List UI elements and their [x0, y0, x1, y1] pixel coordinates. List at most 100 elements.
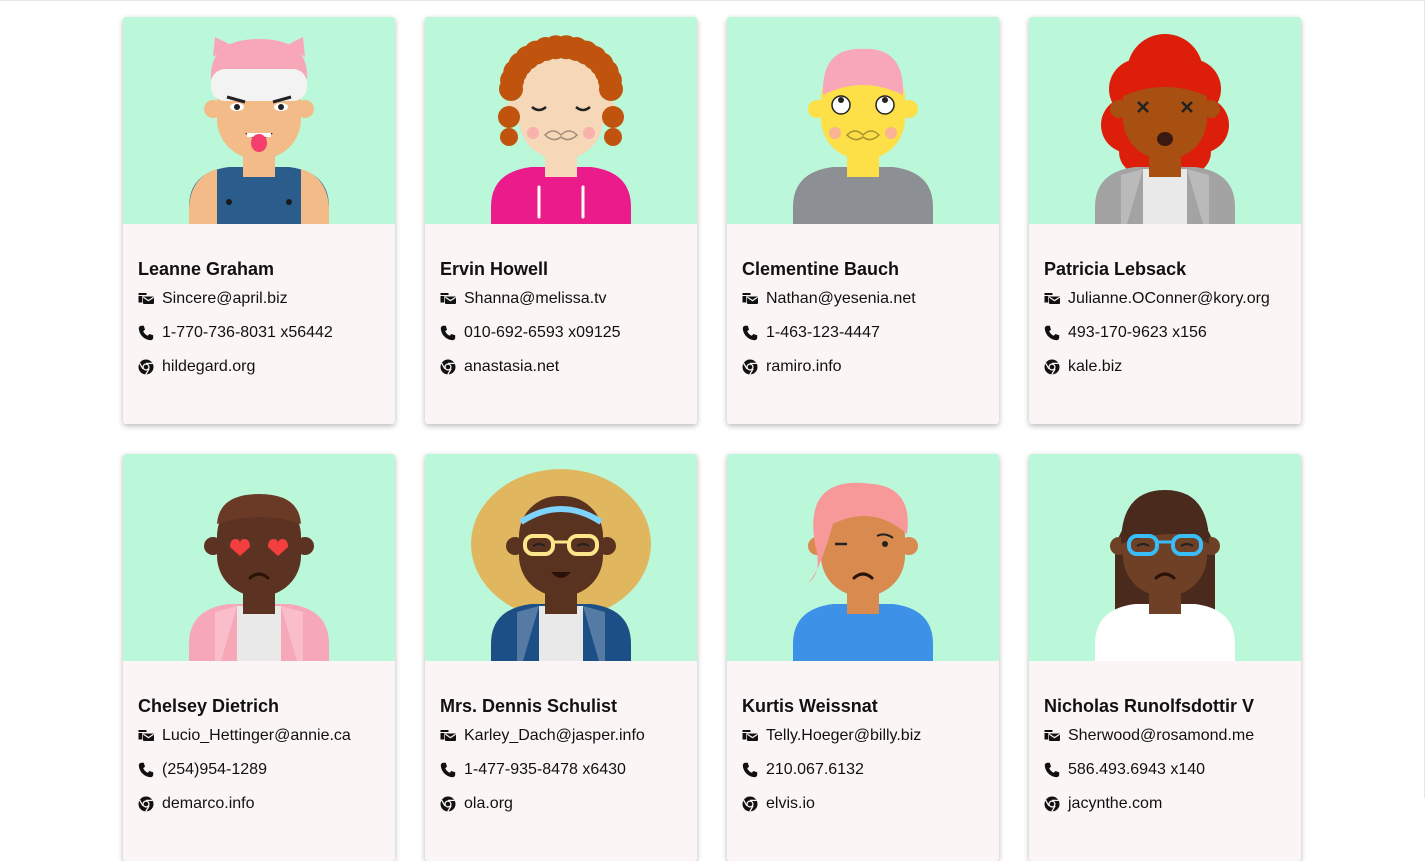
website-text[interactable]: ola.org: [464, 794, 513, 814]
user-info: Nicholas Runolfsdottir V Sherwood@rosamo…: [1029, 661, 1301, 814]
website-text[interactable]: jacynthe.com: [1068, 794, 1162, 814]
phone-text: 010-692-6593 x09125: [464, 324, 621, 341]
avatar: [123, 454, 395, 661]
mail-bulk-icon: [1044, 291, 1060, 307]
mail-bulk-icon: [138, 291, 154, 307]
avatar-illustration: [727, 454, 999, 661]
user-card: Kurtis Weissnat Telly.Hoeger@billy.biz 2…: [727, 454, 999, 861]
email-row: Nathan@yesenia.net: [742, 289, 984, 309]
avatar-illustration: [123, 454, 395, 661]
phone-icon: [440, 325, 456, 341]
avatar-illustration: [425, 17, 697, 224]
user-card: Mrs. Dennis Schulist Karley_Dach@jasper.…: [425, 454, 697, 861]
avatar: [425, 17, 697, 224]
website-row: jacynthe.com: [1044, 794, 1286, 814]
email-text: Sincere@april.biz: [162, 290, 288, 307]
phone-icon: [742, 325, 758, 341]
user-name: Mrs. Dennis Schulist: [440, 696, 618, 716]
website-text[interactable]: ramiro.info: [766, 357, 842, 377]
email-row: Telly.Hoeger@billy.biz: [742, 726, 984, 746]
avatar-illustration: [123, 17, 395, 224]
user-info: Leanne Graham Sincere@april.biz 1-770-73…: [123, 224, 395, 377]
email-row: Karley_Dach@jasper.info: [440, 726, 682, 746]
phone-icon: [742, 762, 758, 778]
phone-icon: [1044, 325, 1060, 341]
chrome-icon: [1044, 359, 1060, 375]
email-text: Sherwood@rosamond.me: [1068, 727, 1255, 744]
phone-icon: [1044, 762, 1060, 778]
user-info: Kurtis Weissnat Telly.Hoeger@billy.biz 2…: [727, 661, 999, 814]
avatar-illustration: [1029, 454, 1301, 661]
email-text: Telly.Hoeger@billy.biz: [766, 727, 922, 744]
website-row: hildegard.org: [138, 357, 380, 377]
phone-text: (254)954-1289: [162, 761, 267, 778]
phone-icon: [440, 762, 456, 778]
website-text[interactable]: elvis.io: [766, 794, 815, 814]
chrome-icon: [138, 359, 154, 375]
website-row: kale.biz: [1044, 357, 1286, 377]
chrome-icon: [440, 796, 456, 812]
phone-row: 210.067.6132: [742, 760, 984, 780]
user-name: Clementine Bauch: [742, 259, 900, 279]
website-text[interactable]: kale.biz: [1068, 357, 1122, 377]
avatar: [727, 17, 999, 224]
mail-bulk-icon: [742, 291, 758, 307]
website-text[interactable]: hildegard.org: [162, 357, 255, 377]
user-name: Kurtis Weissnat: [742, 696, 878, 716]
phone-row: 010-692-6593 x09125: [440, 323, 682, 343]
phone-row: 586.493.6943 x140: [1044, 760, 1286, 780]
email-text: Nathan@yesenia.net: [766, 290, 916, 307]
user-card: Nicholas Runolfsdottir V Sherwood@rosamo…: [1029, 454, 1301, 861]
chrome-icon: [138, 796, 154, 812]
chrome-icon: [440, 359, 456, 375]
phone-text: 493-170-9623 x156: [1068, 324, 1207, 341]
website-row: elvis.io: [742, 794, 984, 814]
email-row: Lucio_Hettinger@annie.ca: [138, 726, 380, 746]
user-card-grid: Leanne Graham Sincere@april.biz 1-770-73…: [123, 17, 1301, 861]
phone-text: 1-770-736-8031 x56442: [162, 324, 333, 341]
user-card: Leanne Graham Sincere@april.biz 1-770-73…: [123, 17, 395, 424]
chrome-icon: [742, 359, 758, 375]
user-info: Patricia Lebsack Julianne.OConner@kory.o…: [1029, 224, 1301, 377]
phone-row: 1-770-736-8031 x56442: [138, 323, 380, 343]
website-row: demarco.info: [138, 794, 380, 814]
user-card: Patricia Lebsack Julianne.OConner@kory.o…: [1029, 17, 1301, 424]
user-name: Ervin Howell: [440, 259, 549, 279]
email-row: Shanna@melissa.tv: [440, 289, 682, 309]
email-row: Sherwood@rosamond.me: [1044, 726, 1286, 746]
email-text: Karley_Dach@jasper.info: [464, 727, 645, 744]
user-name: Leanne Graham: [138, 259, 275, 279]
user-name: Patricia Lebsack: [1044, 259, 1187, 279]
email-text: Julianne.OConner@kory.org: [1068, 290, 1270, 307]
website-text[interactable]: demarco.info: [162, 794, 255, 814]
phone-icon: [138, 762, 154, 778]
mail-bulk-icon: [138, 728, 154, 744]
user-info: Mrs. Dennis Schulist Karley_Dach@jasper.…: [425, 661, 697, 814]
phone-text: 586.493.6943 x140: [1068, 761, 1206, 778]
user-name: Chelsey Dietrich: [138, 696, 280, 716]
chrome-icon: [742, 796, 758, 812]
user-card: Ervin Howell Shanna@melissa.tv 010-692-6…: [425, 17, 697, 424]
mail-bulk-icon: [440, 291, 456, 307]
mail-bulk-icon: [742, 728, 758, 744]
website-text[interactable]: anastasia.net: [464, 357, 559, 377]
user-info: Chelsey Dietrich Lucio_Hettinger@annie.c…: [123, 661, 395, 814]
website-row: anastasia.net: [440, 357, 682, 377]
phone-row: 1-477-935-8478 x6430: [440, 760, 682, 780]
phone-text: 1-477-935-8478 x6430: [464, 761, 626, 778]
website-row: ola.org: [440, 794, 682, 814]
email-row: Sincere@april.biz: [138, 289, 380, 309]
phone-text: 210.067.6132: [766, 761, 864, 778]
mail-bulk-icon: [1044, 728, 1060, 744]
chrome-icon: [1044, 796, 1060, 812]
phone-text: 1-463-123-4447: [766, 324, 880, 341]
avatar: [425, 454, 697, 661]
phone-row: (254)954-1289: [138, 760, 380, 780]
top-divider: [0, 0, 1425, 1]
mail-bulk-icon: [440, 728, 456, 744]
avatar: [1029, 17, 1301, 224]
avatar-illustration: [1029, 17, 1301, 224]
user-card: Chelsey Dietrich Lucio_Hettinger@annie.c…: [123, 454, 395, 861]
avatar-illustration: [727, 17, 999, 224]
phone-row: 493-170-9623 x156: [1044, 323, 1286, 343]
